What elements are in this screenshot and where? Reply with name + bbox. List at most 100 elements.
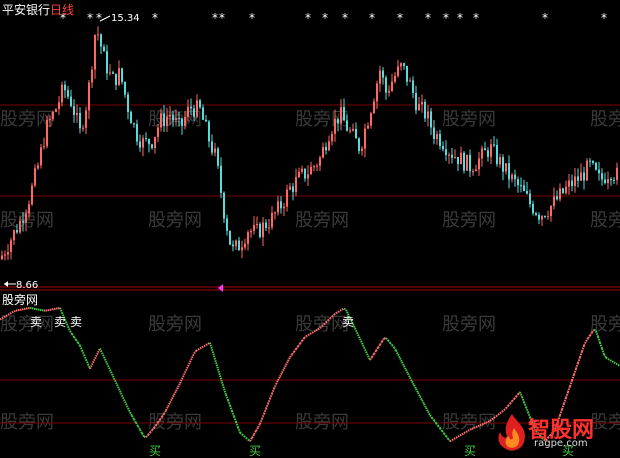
indicator-segment	[507, 402, 511, 407]
indicator-segment	[285, 360, 289, 366]
indicator-segment	[521, 396, 525, 403]
candle-body	[319, 157, 321, 166]
indicator-segment	[335, 311, 339, 314]
indicator-segment	[413, 384, 417, 390]
candle-body	[595, 162, 597, 170]
candle-body	[421, 101, 423, 105]
candle-body	[505, 163, 507, 172]
candle-body	[322, 146, 324, 158]
candle-body	[418, 104, 420, 111]
indicator-segment	[89, 364, 93, 370]
chart-window: 股旁网股旁网股旁网股旁网股旁网股旁网股旁网股旁网股旁网股旁网股旁网股旁网股旁网股…	[0, 0, 620, 458]
candle-body	[442, 146, 444, 150]
indicator-segment	[421, 399, 425, 405]
candle-body	[445, 149, 447, 156]
indicator-segment	[251, 433, 255, 439]
indicator-segment	[131, 415, 135, 420]
flame-icon	[498, 414, 525, 451]
buy-label: 买	[249, 444, 261, 458]
candle-body	[427, 111, 429, 119]
candle-body	[205, 119, 207, 122]
chart-canvas[interactable]: 股旁网股旁网股旁网股旁网股旁网股旁网股旁网股旁网股旁网股旁网股旁网股旁网股旁网股…	[0, 0, 620, 458]
indicator-segment	[429, 414, 433, 419]
indicator-segment	[107, 365, 111, 371]
candle-body	[307, 174, 309, 179]
indicator-segment	[603, 353, 607, 359]
candle-body	[52, 111, 54, 119]
indicator-segment	[187, 361, 191, 367]
indicator-segment	[425, 407, 429, 412]
indicator-segment	[85, 359, 89, 365]
indicator-segment	[111, 373, 115, 379]
indicator-segment	[391, 344, 395, 348]
indicator-segment	[183, 370, 187, 376]
indicator-segment	[295, 345, 299, 350]
indicator-segment	[249, 437, 253, 442]
candle-body	[277, 201, 279, 213]
indicator-segment	[581, 345, 585, 352]
candle-body	[433, 127, 435, 139]
candle-body	[268, 227, 270, 229]
indicator-segment	[141, 432, 145, 438]
candle-body	[424, 101, 426, 119]
candle-body	[235, 240, 237, 247]
candle-body	[316, 165, 318, 167]
indicator-segment	[387, 339, 391, 344]
sell-label: 卖	[30, 315, 42, 329]
indicator-segment	[397, 353, 401, 359]
high-price-label: 15.34	[111, 13, 140, 24]
candle-body	[583, 172, 585, 181]
indicator-segment	[573, 368, 577, 375]
candle-body	[229, 230, 231, 245]
candle-body	[517, 179, 519, 186]
candle-body	[256, 223, 258, 225]
candle-body	[439, 133, 441, 147]
candle-body	[133, 123, 135, 125]
candle-body	[346, 120, 348, 131]
candle-body	[463, 152, 465, 171]
indicator-segment	[459, 433, 463, 437]
indicator-segment	[75, 339, 79, 344]
candle-body	[577, 176, 579, 181]
candle-body	[508, 163, 510, 180]
candle-body	[598, 169, 600, 174]
candle-body	[160, 113, 162, 128]
candle-body	[109, 72, 111, 74]
indicator-segment	[337, 309, 341, 313]
candle-body	[331, 133, 333, 142]
indicator-segment	[139, 429, 143, 434]
indicator-segment	[177, 382, 181, 388]
candle-body	[139, 141, 141, 148]
sell-label: 卖	[342, 315, 354, 329]
indicator-segment	[305, 334, 309, 338]
candle-body	[19, 220, 21, 233]
signal-marker: *	[87, 11, 93, 25]
candle-body	[529, 193, 531, 204]
candle-body	[334, 118, 336, 134]
candle-body	[178, 117, 180, 119]
indicator-segment	[297, 343, 301, 347]
candle-body	[397, 66, 399, 76]
indicator-segment	[93, 356, 97, 362]
candle-body	[115, 73, 117, 85]
candle-body	[328, 141, 330, 151]
signal-marker: *	[96, 11, 102, 25]
indicator-segment	[245, 437, 249, 441]
buy-label: 买	[149, 444, 161, 458]
candle-body	[67, 90, 69, 97]
candle-body	[112, 72, 114, 74]
stock-name: 平安银行	[2, 3, 51, 17]
indicator-segment	[455, 435, 459, 439]
candle-body	[61, 84, 63, 103]
watermark-text: 股旁网	[148, 314, 202, 335]
indicator-segment	[423, 403, 427, 409]
indicator-segment	[125, 403, 129, 409]
indicator-segment	[11, 310, 15, 314]
indicator-segment	[217, 368, 221, 376]
indicator-segment	[219, 375, 223, 383]
indicator-segment	[299, 340, 303, 345]
candle-body	[541, 216, 543, 220]
indicator-segment	[81, 349, 85, 356]
candle-body	[532, 203, 534, 214]
indicator-segment	[133, 418, 137, 424]
